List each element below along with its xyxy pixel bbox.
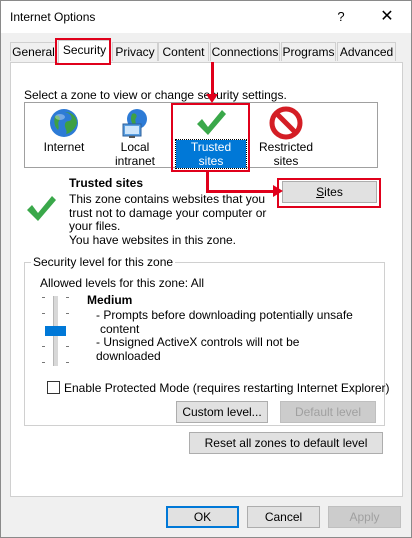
annotation-box-trusted-sites <box>171 103 250 172</box>
custom-level-label: Custom level... <box>182 405 262 419</box>
security-level-description: - Prompts before downloading potentially… <box>96 308 356 363</box>
allowed-levels-label: Allowed levels for this zone: All <box>40 276 205 290</box>
tab-programs-label: Programs <box>282 45 335 59</box>
zone-internet-label: Internet <box>43 140 85 154</box>
zone-local-intranet[interactable]: Local intranet <box>100 106 170 168</box>
intranet-icon <box>122 109 147 138</box>
annotation-arrow-head-2 <box>273 185 283 197</box>
apply-button[interactable]: Apply <box>328 506 401 528</box>
zone-prompt-label: Select a zone to view or change security… <box>24 88 289 102</box>
globe-icon <box>50 109 78 137</box>
zone-restricted-label-line1: Restricted <box>258 140 314 154</box>
slider-tick <box>66 297 69 298</box>
slider-tick <box>42 297 45 298</box>
zone-local-intranet-label: Local intranet <box>114 140 156 168</box>
ok-label: OK <box>193 510 212 524</box>
slider-tick <box>42 362 45 363</box>
level-bullet-1-line-1: - Prompts before downloading potentially… <box>96 308 353 322</box>
slider-tick <box>42 313 45 314</box>
tab-connections-label: Connections <box>211 45 279 59</box>
tab-privacy-label: Privacy <box>115 45 155 59</box>
trusted-sites-checkmark-icon <box>27 196 56 221</box>
slider-tick <box>66 362 69 363</box>
security-level-name: Medium <box>87 293 133 307</box>
zone-detail-description: This zone contains websites that you tru… <box>69 192 267 233</box>
zone-restricted-label-line2: sites <box>273 154 299 168</box>
cancel-button[interactable]: Cancel <box>247 506 320 528</box>
tab-advanced-label: Advanced <box>339 45 394 59</box>
protected-mode-label: Enable Protected Mode (requires restarti… <box>64 381 390 395</box>
reset-all-zones-button[interactable]: Reset all zones to default level <box>189 432 383 454</box>
tab-connections[interactable]: Connections <box>210 42 280 61</box>
zone-internet[interactable]: Internet <box>36 106 92 154</box>
tab-general[interactable]: General <box>10 42 57 61</box>
security-level-slider-thumb[interactable] <box>45 326 66 336</box>
slider-tick <box>66 313 69 314</box>
annotation-arrow-head-1 <box>206 94 218 103</box>
annotation-arrow-shaft-2 <box>206 171 209 192</box>
level-bullet-1-line-2: content <box>100 321 140 336</box>
default-level-label: Default level <box>294 405 362 419</box>
zone-detail-note: You have websites in this zone. <box>69 233 236 247</box>
protected-mode-row[interactable]: Enable Protected Mode (requires restarti… <box>47 381 390 395</box>
tab-content-label: Content <box>162 45 205 59</box>
no-entry-icon <box>269 106 303 140</box>
annotation-box-sites-button <box>277 178 381 208</box>
help-button[interactable]: ? <box>328 6 354 28</box>
annotation-arrow-shaft-1 <box>211 62 214 96</box>
tab-content[interactable]: Content <box>158 42 209 61</box>
zone-detail-title: Trusted sites <box>69 176 144 190</box>
window-title: Internet Options <box>10 10 96 24</box>
default-level-button[interactable]: Default level <box>280 401 376 423</box>
apply-label: Apply <box>349 510 380 524</box>
cancel-label: Cancel <box>264 510 303 524</box>
annotation-box-security-tab <box>55 38 111 65</box>
zone-restricted-sites[interactable]: Restricted sites <box>254 106 318 168</box>
tab-advanced[interactable]: Advanced <box>337 42 396 61</box>
close-button[interactable]: ✕ <box>374 6 400 28</box>
level-bullet-2: - Unsigned ActiveX controls will not be … <box>96 335 300 363</box>
tab-privacy[interactable]: Privacy <box>112 42 158 61</box>
security-level-group-label: Security level for this zone <box>31 255 176 269</box>
slider-tick <box>42 346 45 347</box>
protected-mode-checkbox[interactable] <box>47 381 60 394</box>
title-bar: Internet Options ? ✕ <box>1 1 411 33</box>
ok-button[interactable]: OK <box>166 506 239 528</box>
reset-all-zones-label: Reset all zones to default level <box>204 436 368 450</box>
tab-general-label: General <box>12 45 55 59</box>
slider-tick <box>66 346 69 347</box>
custom-level-button[interactable]: Custom level... <box>176 401 268 423</box>
tab-programs[interactable]: Programs <box>281 42 336 61</box>
annotation-arrow-shaft-3 <box>206 190 276 193</box>
